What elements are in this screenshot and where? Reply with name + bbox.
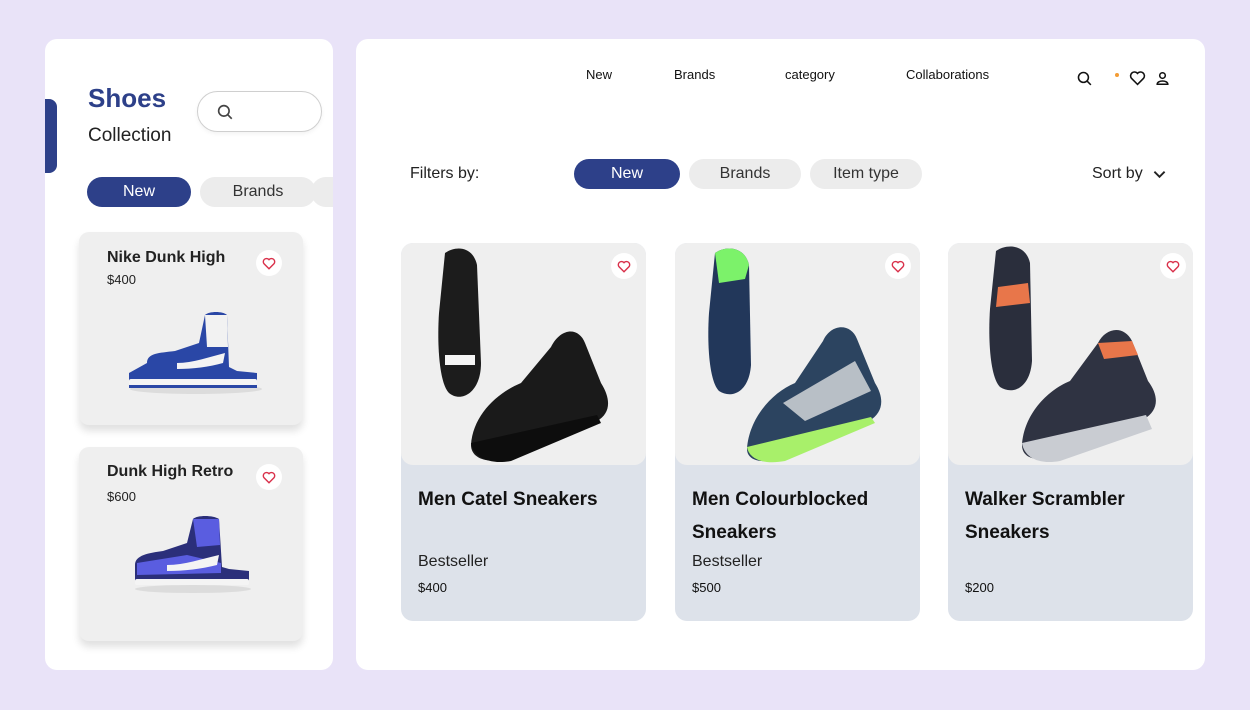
main-panel: New Brands category Collaborations Filte… bbox=[356, 39, 1205, 670]
shoe-image bbox=[708, 248, 882, 463]
nav-item-collaborations[interactable]: Collaborations bbox=[906, 67, 989, 82]
product-card[interactable]: Men Catel Sneakers Bestseller $400 bbox=[401, 243, 646, 621]
product-price: $200 bbox=[965, 580, 994, 595]
shoe-image bbox=[135, 516, 251, 593]
search-icon bbox=[217, 104, 233, 119]
sidebar-chip-more[interactable] bbox=[311, 177, 333, 207]
product-name: Men Colourblocked Sneakers bbox=[692, 489, 869, 543]
nav-item-brands[interactable]: Brands bbox=[674, 67, 715, 82]
favorite-button[interactable] bbox=[885, 253, 911, 279]
sidebar-accent-bar bbox=[45, 99, 57, 173]
favorite-button[interactable] bbox=[256, 464, 282, 490]
favorite-button[interactable] bbox=[256, 250, 282, 276]
heart-icon[interactable] bbox=[1129, 70, 1146, 86]
filters-label: Filters by: bbox=[410, 165, 480, 182]
filter-chip-item-type[interactable]: Item type bbox=[810, 159, 922, 189]
sort-dropdown[interactable]: Sort by bbox=[1092, 165, 1166, 183]
sidebar-product-card[interactable]: Dunk High Retro $600 bbox=[79, 447, 303, 641]
nav-item-category[interactable]: category bbox=[785, 67, 835, 82]
product-image bbox=[675, 243, 920, 465]
collection-sidebar: Shoes Collection New Brands Nike Dunk Hi… bbox=[45, 39, 333, 670]
sidebar-product-card[interactable]: Nike Dunk High $400 bbox=[79, 232, 303, 425]
user-icon[interactable] bbox=[1155, 70, 1170, 86]
sidebar-search-input[interactable] bbox=[240, 104, 310, 119]
heart-icon bbox=[617, 260, 631, 273]
sidebar-subtitle: Collection bbox=[88, 125, 172, 146]
sort-label: Sort by bbox=[1092, 165, 1143, 182]
product-tag: Bestseller bbox=[418, 553, 489, 570]
product-price: $500 bbox=[692, 580, 721, 595]
sidebar-search-box[interactable] bbox=[197, 91, 322, 132]
product-image bbox=[401, 243, 646, 465]
product-price: $400 bbox=[107, 272, 136, 287]
favorite-button[interactable] bbox=[611, 253, 637, 279]
favorite-button[interactable] bbox=[1160, 253, 1186, 279]
search-icon[interactable] bbox=[1076, 70, 1093, 87]
filter-chip-new[interactable]: New bbox=[574, 159, 680, 189]
sidebar-chip-brands[interactable]: Brands bbox=[200, 177, 316, 207]
product-price: $600 bbox=[107, 489, 136, 504]
heart-icon bbox=[1166, 260, 1180, 273]
product-name: Dunk High Retro bbox=[107, 463, 234, 480]
product-tag: Bestseller bbox=[692, 553, 763, 570]
heart-icon bbox=[262, 471, 276, 484]
shoe-image bbox=[438, 248, 609, 463]
nav-item-new[interactable]: New bbox=[586, 67, 612, 82]
notification-dot bbox=[1115, 73, 1119, 77]
product-name: Walker Scrambler Sneakers bbox=[965, 489, 1125, 543]
sidebar-chip-new[interactable]: New bbox=[87, 177, 191, 207]
product-name: Nike Dunk High bbox=[107, 249, 226, 266]
shoe-image bbox=[129, 312, 262, 394]
product-image bbox=[948, 243, 1193, 465]
chevron-down-icon bbox=[1153, 170, 1165, 178]
heart-icon bbox=[891, 260, 905, 273]
heart-icon bbox=[262, 257, 276, 270]
filter-chip-brands[interactable]: Brands bbox=[689, 159, 801, 189]
shoe-image bbox=[989, 246, 1156, 463]
product-name: Men Catel Sneakers bbox=[418, 489, 598, 510]
product-card[interactable]: Walker Scrambler Sneakers $200 bbox=[948, 243, 1193, 621]
product-price: $400 bbox=[418, 580, 447, 595]
product-card[interactable]: Men Colourblocked Sneakers Bestseller $5… bbox=[675, 243, 920, 621]
sidebar-title: Shoes bbox=[88, 83, 167, 113]
